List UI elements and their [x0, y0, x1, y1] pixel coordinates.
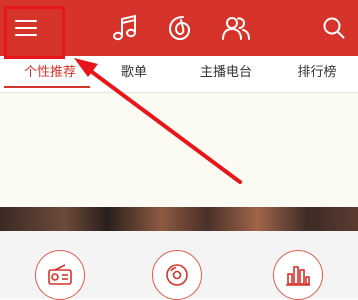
chart-icon	[286, 266, 310, 286]
tab-active-indicator	[4, 86, 90, 88]
tab-dj-radio[interactable]: 主播电台	[186, 56, 266, 92]
friends-icon[interactable]	[216, 8, 256, 48]
daily-recommend-button[interactable]	[152, 250, 202, 300]
banner-image[interactable]	[0, 207, 358, 231]
banner[interactable]	[0, 93, 358, 207]
daily-recommend-icon	[166, 264, 188, 286]
annotation-highlight-box	[4, 6, 65, 59]
tab-playlists[interactable]: 歌单	[106, 56, 162, 92]
chart-button[interactable]	[273, 250, 323, 300]
tab-rankings[interactable]: 排行榜	[282, 56, 352, 92]
netease-logo-icon[interactable]	[160, 8, 200, 48]
search-icon[interactable]	[314, 8, 354, 48]
music-note-icon[interactable]	[104, 8, 144, 48]
private-fm-icon	[48, 264, 72, 285]
private-fm-button[interactable]	[35, 250, 85, 300]
